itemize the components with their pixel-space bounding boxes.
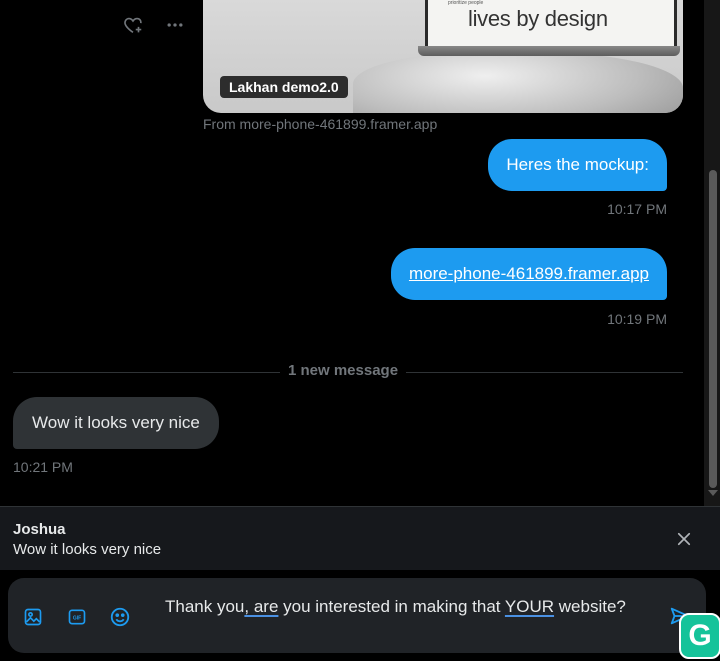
screen-title: lives by design <box>468 6 608 31</box>
message-input[interactable]: Thank you, are you interested in making … <box>165 595 635 618</box>
scroll-down-arrow-icon[interactable] <box>708 490 718 496</box>
message-composer: GIF Thank you, are you interested in mak… <box>8 578 706 653</box>
message-link[interactable]: more-phone-461899.framer.app <box>409 264 649 283</box>
laptop-base <box>418 46 680 56</box>
rock-image <box>353 52 683 113</box>
scrollbar-thumb[interactable] <box>709 170 717 488</box>
grammarly-icon[interactable]: G <box>679 613 720 659</box>
message-input-text: website? <box>554 597 626 616</box>
close-icon[interactable] <box>672 527 696 551</box>
new-message-label: 1 new message <box>280 362 407 379</box>
grammar-suggestion[interactable]: YOUR <box>505 597 554 616</box>
dm-conversation: prioritize people lives by design Lakhan… <box>0 0 720 661</box>
message-time: 10:17 PM <box>607 201 667 217</box>
composer-area: GIF Thank you, are you interested in mak… <box>0 570 720 661</box>
svg-text:GIF: GIF <box>73 616 81 622</box>
message-time: 10:21 PM <box>13 459 73 475</box>
message-bubble-outgoing[interactable]: Heres the mockup: <box>488 139 667 191</box>
message-actions <box>122 14 186 36</box>
scrollbar[interactable] <box>704 0 720 506</box>
media-label: Lakhan demo2.0 <box>220 76 348 98</box>
emoji-icon[interactable] <box>109 606 131 628</box>
message-time: 10:19 PM <box>607 311 667 327</box>
reply-text: Wow it looks very nice <box>13 541 162 558</box>
laptop-screen: prioritize people lives by design <box>425 0 677 46</box>
message-list[interactable]: prioritize people lives by design Lakhan… <box>0 0 704 506</box>
message-bubble-outgoing-link[interactable]: more-phone-461899.framer.app <box>390 248 667 300</box>
reply-preview: Joshua Wow it looks very nice <box>0 506 720 571</box>
message-input-text: you interested in making that <box>278 597 505 616</box>
grammar-suggestion[interactable]: , are <box>244 597 278 616</box>
reply-author: Joshua <box>13 521 66 538</box>
gif-icon[interactable]: GIF <box>66 606 88 628</box>
link-preview-image[interactable]: prioritize people lives by design Lakhan… <box>203 0 683 113</box>
more-icon[interactable] <box>164 14 186 36</box>
link-source[interactable]: From more-phone-461899.framer.app <box>203 116 437 132</box>
image-icon[interactable] <box>22 606 44 628</box>
message-input-text: Thank you <box>165 597 245 616</box>
heart-plus-icon[interactable] <box>122 14 144 36</box>
message-bubble-incoming[interactable]: Wow it looks very nice <box>13 397 219 449</box>
